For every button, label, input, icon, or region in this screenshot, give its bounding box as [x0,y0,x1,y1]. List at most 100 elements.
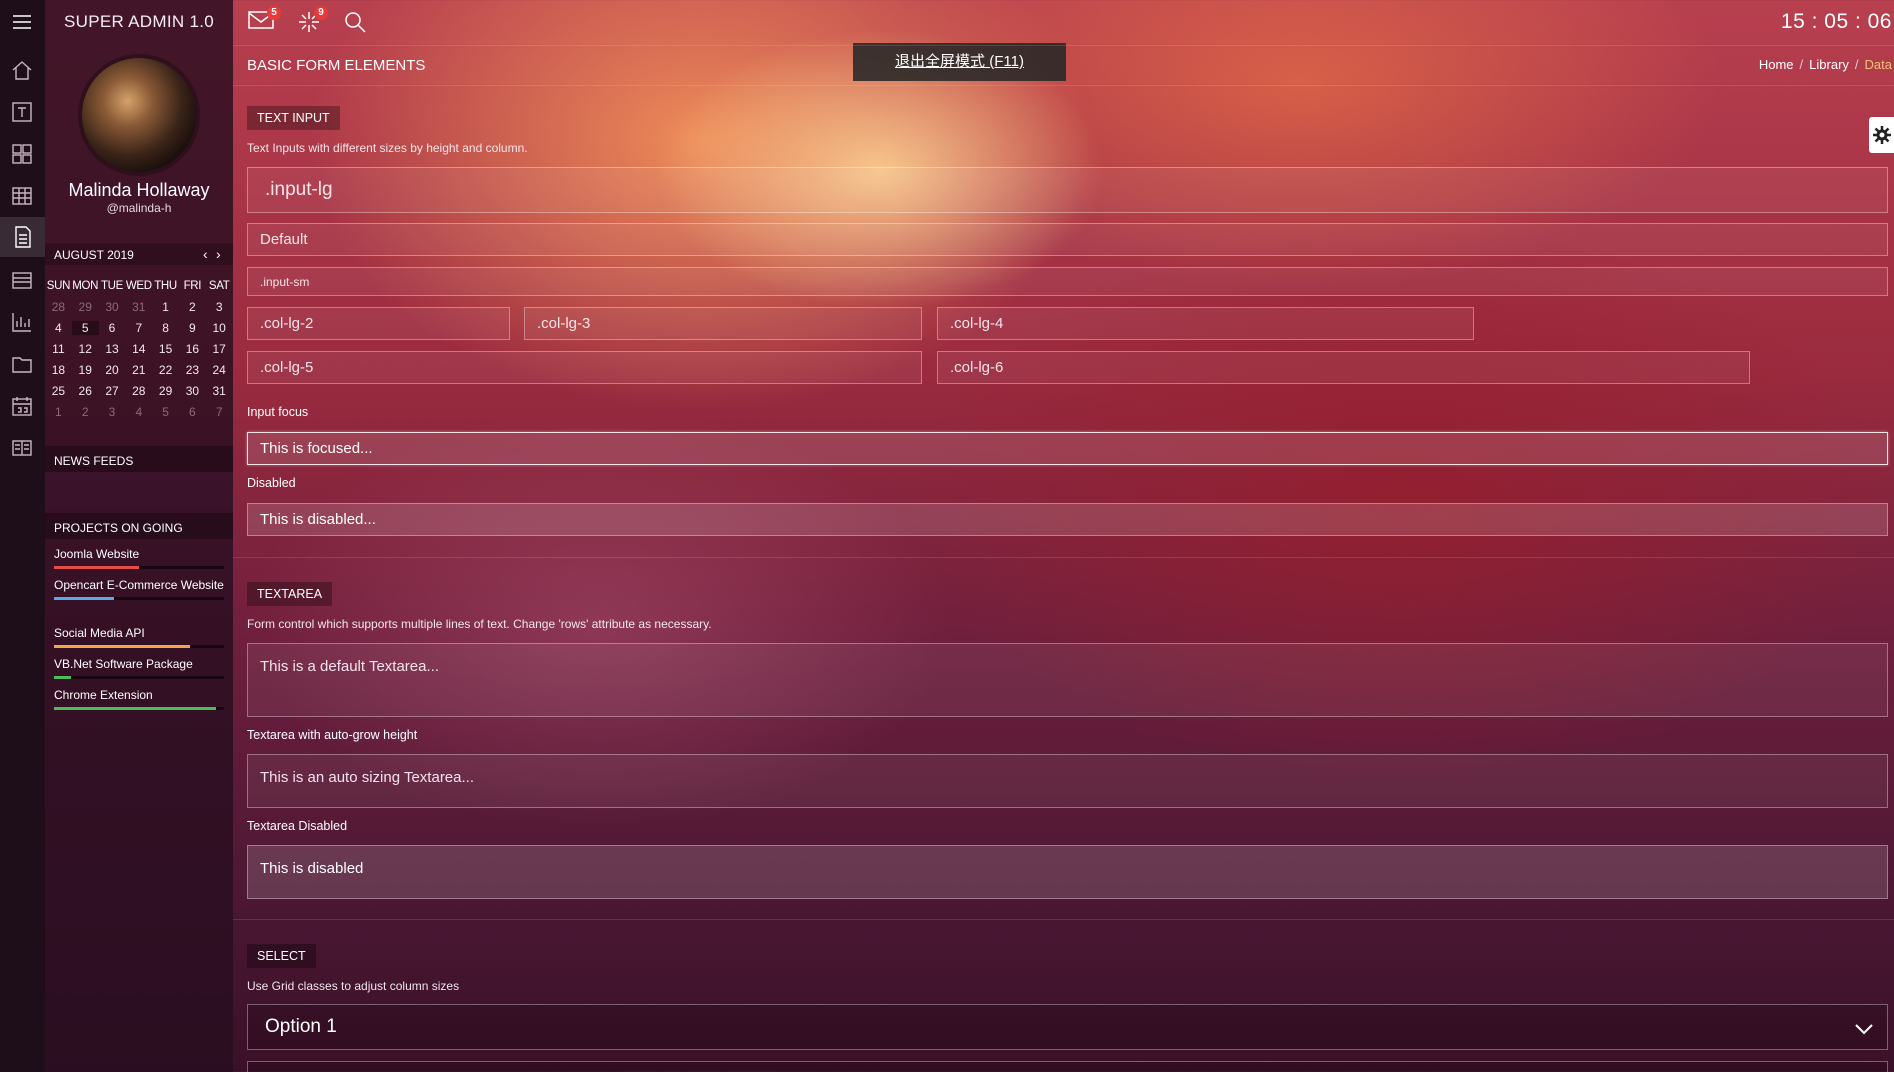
weekday: SUN [46,279,71,292]
calendar-next-button[interactable]: › [216,246,221,262]
calendar-header: AUGUST 2019 ‹ › [45,243,233,265]
calendar-day[interactable]: 1 [152,300,179,314]
calendar-day[interactable]: 11 [45,342,72,356]
calendar-prev-button[interactable]: ‹ [203,246,208,262]
calendar-day[interactable]: 31 [125,300,152,314]
calendar-week: 18 19 20 21 22 23 24 [45,359,233,380]
calendar-day[interactable]: 16 [179,342,206,356]
textarea-default[interactable]: This is a default Textarea... [247,643,1888,717]
input-focused[interactable]: This is focused... [247,432,1888,465]
input-sm[interactable]: .input-sm [247,267,1888,296]
calendar-day[interactable]: 24 [206,363,233,377]
calendar-day[interactable]: 3 [99,405,126,419]
calendar-day[interactable]: 7 [206,405,233,419]
calendar-day[interactable]: 28 [45,300,72,314]
project-label: Joomla Website [54,547,140,561]
settings-gear-icon[interactable] [1869,117,1894,153]
calendar-day[interactable]: 6 [179,405,206,419]
mail-icon[interactable]: 5 [248,6,281,35]
table-icon[interactable] [10,184,34,208]
calendar-day[interactable]: 29 [152,384,179,398]
breadcrumb-library[interactable]: Library [1809,57,1849,72]
section-divider [233,919,1894,920]
news-feeds-heading: NEWS FEEDS [45,446,233,472]
app-title: SUPER ADMIN 1.0 [64,12,214,31]
pages-icon[interactable] [10,436,34,460]
calendar-day[interactable]: 3 [206,300,233,314]
calendar-day[interactable]: 14 [125,342,152,356]
project-label: Chrome Extension [54,688,153,702]
project-item[interactable]: VB.Net Software Package [54,656,224,679]
calendar-day[interactable]: 7 [125,321,152,335]
fullscreen-exit-tip[interactable]: 退出全屏模式 (F11) [853,43,1066,81]
calendar-day[interactable]: 15 [152,342,179,356]
title-divider [233,85,1894,86]
calendar-day-today[interactable]: 5 [71,320,99,335]
chevron-down-icon [1855,1019,1873,1041]
input-default[interactable]: Default [247,223,1888,256]
calendar-week: 25 26 27 28 29 30 31 [45,380,233,401]
select-dropdown[interactable]: Option 1 [247,1004,1888,1050]
calendar-day[interactable]: 31 [206,384,233,398]
calendar-day[interactable]: 13 [99,342,126,356]
calendar-day[interactable]: 8 [152,321,179,335]
calendar-day[interactable]: 18 [45,363,72,377]
input-col-lg-6[interactable]: .col-lg-6 [937,351,1750,384]
calendar-day[interactable]: 2 [72,405,99,419]
calendar-day[interactable]: 1 [45,405,72,419]
textarea-autogrow[interactable]: This is an auto sizing Textarea... [247,754,1888,808]
calendar-day[interactable]: 12 [72,342,99,356]
select-value: Option 1 [265,1016,337,1037]
select-dropdown-secondary[interactable] [247,1061,1888,1072]
calendar-day[interactable]: 4 [45,321,72,335]
folder-icon[interactable] [10,352,34,376]
breadcrumb-home[interactable]: Home [1759,57,1794,72]
calendar-day[interactable]: 17 [206,342,233,356]
calendar-day[interactable]: 19 [72,363,99,377]
calendar-weekdays: SUN MON TUE WED THU FRI SAT [45,275,233,296]
search-icon[interactable] [343,10,367,39]
input-col-lg-4[interactable]: .col-lg-4 [937,307,1474,340]
sidebar: SUPER ADMIN 1.0 Malinda Hollaway @malind… [45,0,233,1072]
input-col-lg-5[interactable]: .col-lg-5 [247,351,922,384]
calendar-day[interactable]: 25 [45,384,72,398]
calendar-day[interactable]: 27 [99,384,126,398]
calendar-grid: SUN MON TUE WED THU FRI SAT 28 29 30 31 … [45,275,233,422]
layout-icon[interactable] [10,268,34,292]
menu-icon[interactable] [10,10,34,34]
forms-icon[interactable] [0,217,45,257]
widgets-icon[interactable] [10,142,34,166]
calendar-day[interactable]: 30 [99,300,126,314]
alerts-icon[interactable]: 9 [297,6,328,39]
input-col-lg-2[interactable]: .col-lg-2 [247,307,510,340]
calendar-day[interactable]: 26 [72,384,99,398]
calendar-day[interactable]: 6 [99,321,126,335]
input-col-lg-3[interactable]: .col-lg-3 [524,307,922,340]
calendar-day[interactable]: 2 [179,300,206,314]
breadcrumb: Home / Library / Data [1758,57,1892,72]
calendar-day[interactable]: 23 [179,363,206,377]
calendar-day[interactable]: 29 [72,300,99,314]
calendar-day[interactable]: 4 [125,405,152,419]
home-icon[interactable] [10,58,34,82]
calendar-day[interactable]: 9 [179,321,206,335]
charts-icon[interactable] [10,310,34,334]
calendar-day[interactable]: 10 [206,321,233,335]
calendar-day[interactable]: 21 [125,363,152,377]
input-lg[interactable]: .input-lg [247,167,1888,213]
breadcrumb-current: Data [1864,57,1892,72]
project-item[interactable]: Social Media API [54,625,224,648]
typography-icon[interactable] [10,100,34,124]
project-item[interactable]: Chrome Extension [54,687,224,710]
calendar-icon[interactable] [10,394,34,418]
icon-rail [0,0,45,1072]
project-item[interactable]: Joomla Website [54,546,224,569]
project-item[interactable]: Opencart E-Commerce Website [54,577,224,600]
avatar[interactable] [82,58,196,172]
weekday: WED [125,279,152,292]
calendar-day[interactable]: 28 [125,384,152,398]
calendar-day[interactable]: 20 [99,363,126,377]
calendar-day[interactable]: 30 [179,384,206,398]
calendar-day[interactable]: 22 [152,363,179,377]
calendar-day[interactable]: 5 [152,405,179,419]
